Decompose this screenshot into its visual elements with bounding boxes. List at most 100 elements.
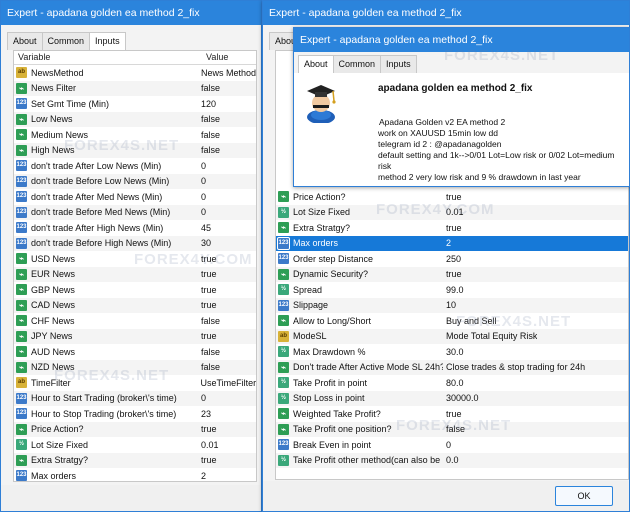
- variable-value[interactable]: 0.01: [198, 440, 219, 450]
- variable-value[interactable]: 0: [198, 207, 206, 217]
- table-row[interactable]: ⌁ Medium News false: [14, 127, 256, 143]
- table-row[interactable]: ⌁ High News false: [14, 142, 256, 158]
- tab-about[interactable]: About: [7, 32, 43, 50]
- column-header-value[interactable]: Value: [202, 51, 256, 64]
- table-row[interactable]: ½ Take Profit other method(can also be ze…: [276, 452, 628, 468]
- variable-value[interactable]: Buy and Sell: [443, 316, 497, 326]
- variable-value[interactable]: 2: [198, 471, 206, 481]
- table-row[interactable]: ab NewsMethod News Method: [14, 65, 256, 81]
- variable-value[interactable]: 0.01: [443, 207, 464, 217]
- variable-value[interactable]: 99.0: [443, 285, 464, 295]
- variable-value[interactable]: true: [443, 192, 462, 202]
- variable-value[interactable]: true: [198, 269, 217, 279]
- table-row[interactable]: 123 don't trade After Low News (Min) 0: [14, 158, 256, 174]
- variable-value[interactable]: 0: [443, 440, 451, 450]
- ok-button[interactable]: OK: [555, 486, 613, 506]
- table-row[interactable]: ½ Spread 99.0: [276, 282, 628, 298]
- table-row[interactable]: ⌁ Price Action? true: [276, 189, 628, 205]
- variable-value[interactable]: 0.0: [443, 455, 459, 465]
- variable-value[interactable]: 30000.0: [443, 393, 479, 403]
- table-row[interactable]: ⌁ Allow to Long/Short Buy and Sell: [276, 313, 628, 329]
- variable-value[interactable]: 23: [198, 409, 211, 419]
- table-row[interactable]: ⌁ Price Action? true: [14, 421, 256, 437]
- table-row[interactable]: ab TimeFilter UseTimeFilter: [14, 375, 256, 391]
- variable-value[interactable]: true: [443, 409, 462, 419]
- table-row[interactable]: ½ Max Drawdown % 30.0: [276, 344, 628, 360]
- variable-value[interactable]: false: [198, 347, 220, 357]
- variable-value[interactable]: 120: [198, 99, 216, 109]
- variable-value[interactable]: 0: [198, 393, 206, 403]
- variable-value[interactable]: 30.0: [443, 347, 464, 357]
- variable-value[interactable]: 0: [198, 176, 206, 186]
- table-row[interactable]: 123 don't trade After High News (Min) 45: [14, 220, 256, 236]
- variable-value[interactable]: true: [443, 269, 462, 279]
- table-row[interactable]: ½ Stop Loss in point 30000.0: [276, 390, 628, 406]
- table-row[interactable]: 123 Order step Distance 250: [276, 251, 628, 267]
- table-row[interactable]: 123 Max orders 2: [14, 468, 256, 481]
- table-row[interactable]: ⌁ Low News false: [14, 111, 256, 127]
- variable-value[interactable]: false: [443, 424, 465, 434]
- table-row[interactable]: ⌁ Weighted Take Profit? true: [276, 406, 628, 422]
- variable-value[interactable]: UseTimeFilter: [198, 378, 257, 388]
- column-header-variable[interactable]: Variable: [14, 51, 202, 64]
- variable-value[interactable]: true: [198, 331, 217, 341]
- variable-value[interactable]: false: [198, 316, 220, 326]
- table-row[interactable]: ½ Lot Size Fixed 0.01: [276, 204, 628, 220]
- variable-value[interactable]: Close trades & stop trading for 24h: [443, 362, 585, 372]
- variable-value[interactable]: 30: [198, 238, 211, 248]
- variable-value[interactable]: true: [198, 424, 217, 434]
- table-row[interactable]: 123 don't trade Before High News (Min) 30: [14, 235, 256, 251]
- variable-value[interactable]: 0: [198, 161, 206, 171]
- table-row[interactable]: ⌁ Extra Stratgy? true: [276, 220, 628, 236]
- inputs-table[interactable]: Variable Value ab NewsMethod News Method ⌁ N…: [13, 50, 257, 482]
- variable-value[interactable]: false: [198, 114, 220, 124]
- window-title[interactable]: Expert - apadana golden ea method 2_fix: [1, 1, 261, 25]
- window-title[interactable]: Expert - apadana golden ea method 2_fix: [263, 1, 629, 25]
- variable-value[interactable]: true: [198, 455, 217, 465]
- table-row[interactable]: ⌁ NZD News false: [14, 359, 256, 375]
- table-row[interactable]: 123 don't trade Before Low News (Min) 0: [14, 173, 256, 189]
- variable-value[interactable]: false: [198, 145, 220, 155]
- variable-value[interactable]: 2: [443, 238, 451, 248]
- window-title[interactable]: Expert - apadana golden ea method 2_fix: [294, 28, 629, 52]
- table-row[interactable]: 123 Max orders 2: [276, 235, 628, 251]
- table-row[interactable]: 123 Slippage 10: [276, 297, 628, 313]
- tab-about[interactable]: About: [298, 55, 334, 74]
- table-row[interactable]: ⌁ AUD News false: [14, 344, 256, 360]
- variable-value[interactable]: 80.0: [443, 378, 464, 388]
- table-row[interactable]: 123 Set Gmt Time (Min) 120: [14, 96, 256, 112]
- table-row[interactable]: ⌁ Dynamic Security? true: [276, 266, 628, 282]
- tab-inputs[interactable]: Inputs: [89, 32, 126, 51]
- table-row[interactable]: 123 don't trade After Med News (Min) 0: [14, 189, 256, 205]
- tab-common[interactable]: Common: [41, 32, 91, 50]
- variable-value[interactable]: true: [198, 285, 217, 295]
- table-row[interactable]: ⌁ USD News true: [14, 251, 256, 267]
- table-row[interactable]: ⌁ GBP News true: [14, 282, 256, 298]
- table-row[interactable]: ab ModeSL Mode Total Equity Risk: [276, 328, 628, 344]
- table-row[interactable]: ⌁ Don't trade After Active Mode SL 24h? Cl…: [276, 359, 628, 375]
- variable-value[interactable]: 0: [198, 192, 206, 202]
- table-row[interactable]: ⌁ JPY News true: [14, 328, 256, 344]
- table-row[interactable]: 123 Hour to Start Trading (broker\'s time…: [14, 390, 256, 406]
- variable-value[interactable]: 45: [198, 223, 211, 233]
- variable-value[interactable]: false: [198, 83, 220, 93]
- variable-value[interactable]: Mode Total Equity Risk: [443, 331, 537, 341]
- table-row[interactable]: ⌁ Extra Stratgy? true: [14, 452, 256, 468]
- table-row[interactable]: ½ Lot Size Fixed 0.01: [14, 437, 256, 453]
- table-row[interactable]: 123 Break Even in point 0: [276, 437, 628, 453]
- table-row[interactable]: ½ Take Profit in point 80.0: [276, 375, 628, 391]
- variable-value[interactable]: News Method: [198, 68, 256, 78]
- variable-value[interactable]: true: [443, 223, 462, 233]
- variable-value[interactable]: true: [198, 300, 217, 310]
- table-row[interactable]: ⌁ Take Profit one position? false: [276, 421, 628, 437]
- tab-common[interactable]: Common: [332, 55, 382, 73]
- table-row[interactable]: ⌁ CAD News true: [14, 297, 256, 313]
- table-row[interactable]: 123 don't trade Before Med News (Min) 0: [14, 204, 256, 220]
- variable-value[interactable]: 10: [443, 300, 456, 310]
- variable-value[interactable]: true: [198, 254, 217, 264]
- table-row[interactable]: ⌁ CHF News false: [14, 313, 256, 329]
- tab-inputs[interactable]: Inputs: [380, 55, 417, 73]
- variable-value[interactable]: false: [198, 130, 220, 140]
- table-row[interactable]: ⌁ EUR News true: [14, 266, 256, 282]
- table-row[interactable]: ⌁ News Filter false: [14, 80, 256, 96]
